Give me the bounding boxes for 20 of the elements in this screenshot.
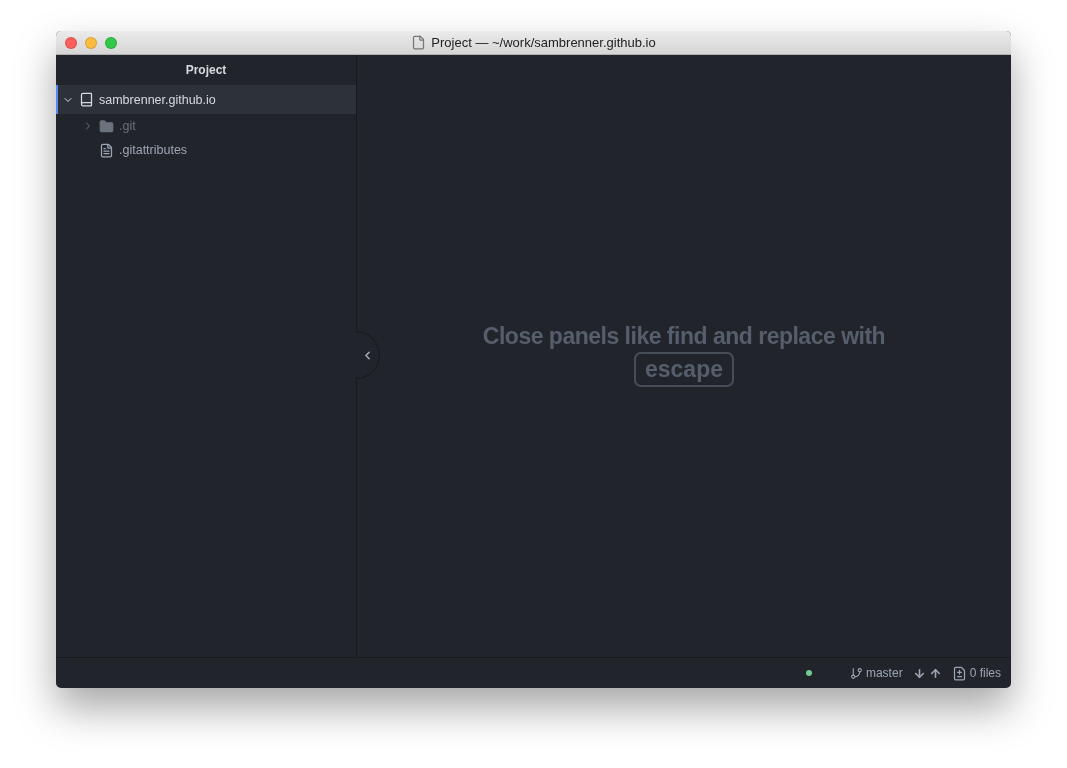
item-label: sambrenner.github.io [99, 92, 216, 107]
tree-item[interactable]: .gitattributes [56, 138, 356, 162]
item-label: .git [119, 119, 136, 133]
files-indicator[interactable]: 0 files [951, 665, 1001, 681]
folder-icon [99, 118, 114, 134]
key-label: escape [634, 352, 734, 387]
hint-text: Close panels like find and replace with [482, 323, 886, 350]
tree-item[interactable]: sambrenner.github.io [56, 85, 356, 114]
close-button[interactable] [65, 36, 77, 49]
item-label: .gitattributes [119, 143, 188, 157]
panel-title: Project [184, 62, 228, 79]
book-icon [79, 92, 94, 107]
branch-indicator[interactable]: master [849, 666, 903, 680]
document-icon [411, 35, 427, 50]
minimize-button[interactable] [85, 36, 97, 49]
zoom-button[interactable] [105, 36, 117, 49]
window-title: Project — ~/work/sambrenner.github.io [431, 35, 656, 50]
arrow-up-icon[interactable] [928, 666, 942, 680]
file-icon [99, 142, 114, 158]
arrow-down-icon[interactable] [912, 666, 926, 680]
